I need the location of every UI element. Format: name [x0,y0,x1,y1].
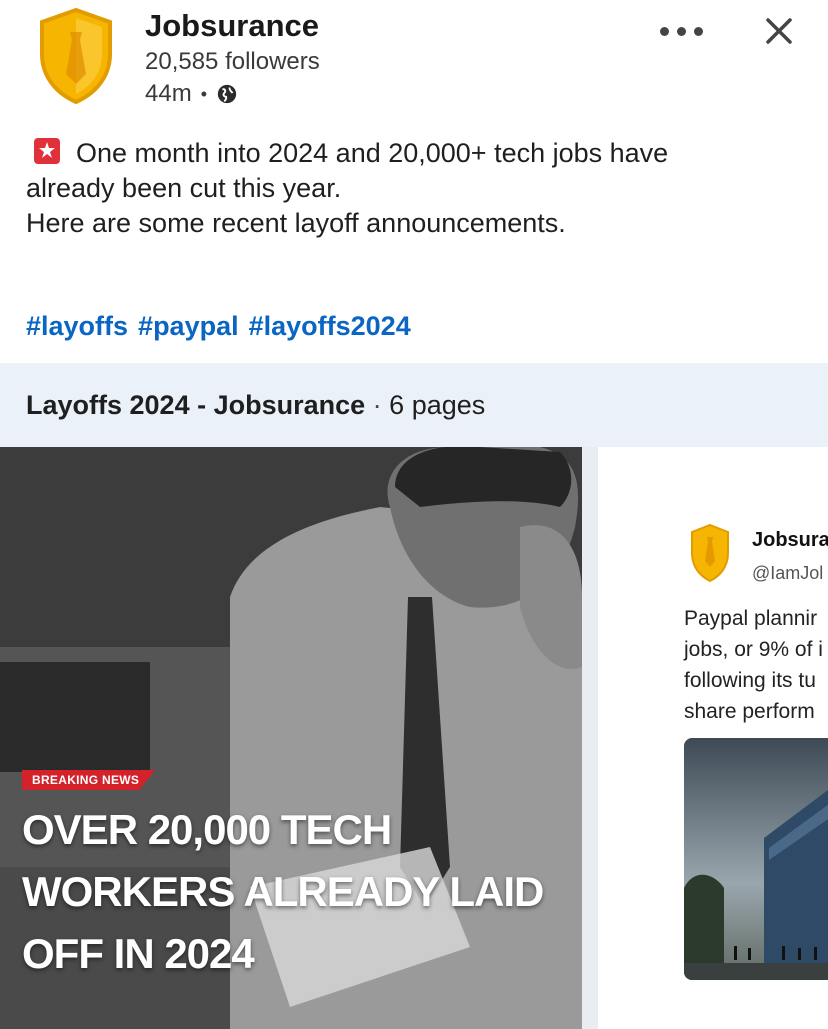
hashtag-layoffs[interactable]: #layoffs [26,311,128,341]
post-line-3: Here are some recent layoff announcement… [26,208,566,238]
hashtag-layoffs2024[interactable]: #layoffs2024 [249,311,411,341]
globe-icon [217,84,237,104]
post-meta: 44m • [145,80,238,108]
hashtag-row: #layoffs #paypal #layoffs2024 [26,311,421,342]
meta-dot: • [200,83,207,104]
breaking-news-badge: BREAKING NEWS [22,770,156,790]
headline-line-3: OFF IN 2024 [22,930,255,977]
tweet-line-3: following its tu [684,669,816,692]
follower-count: 20,585 followers [145,48,320,75]
company-logo[interactable] [36,6,116,106]
company-name[interactable]: Jobsurance [145,8,319,44]
post-line-2: already been cut this year. [26,173,342,203]
document-page-count: 6 pages [389,390,486,420]
siren-icon [34,138,60,164]
tweet-line-2: jobs, or 9% of i [684,638,823,661]
close-icon[interactable] [760,12,798,50]
post-line-1-text: One month into 2024 and 20,000+ tech job… [76,138,669,168]
tweet-line-4: share perform [684,700,815,723]
tweet-text: Paypal plannir jobs, or 9% of i followin… [684,603,823,727]
document-separator: · [372,390,382,420]
tweet-line-1: Paypal plannir [684,607,818,630]
document-title[interactable]: Layoffs 2024 - Jobsurance · 6 pages [26,390,485,421]
tweet-author-name: Jobsura [752,529,828,551]
tweet-author-handle: @IamJol [752,563,824,583]
hashtag-paypal[interactable]: #paypal [138,311,239,341]
slide-1-headline: OVER 20,000 TECH WORKERS ALREADY LAID OF… [22,799,582,985]
shield-logo-icon [691,523,729,583]
document-name: Layoffs 2024 - Jobsurance [26,390,366,420]
tweet-image [684,738,828,980]
headline-line-2: WORKERS ALREADY LAID [22,868,544,915]
post-time: 44m [145,80,192,107]
more-options-icon[interactable] [652,13,710,49]
post-body: One month into 2024 and 20,000+ tech job… [26,136,806,241]
post-line-1: One month into 2024 and 20,000+ tech job… [26,136,806,171]
headline-line-1: OVER 20,000 TECH [22,806,392,853]
slide-1[interactable]: BREAKING NEWS OVER 20,000 TECH WORKERS A… [0,447,582,1029]
slide-2[interactable]: Jobsura @IamJol Paypal plannir jobs, or … [598,447,828,1029]
document-carousel[interactable]: BREAKING NEWS OVER 20,000 TECH WORKERS A… [0,447,828,1029]
